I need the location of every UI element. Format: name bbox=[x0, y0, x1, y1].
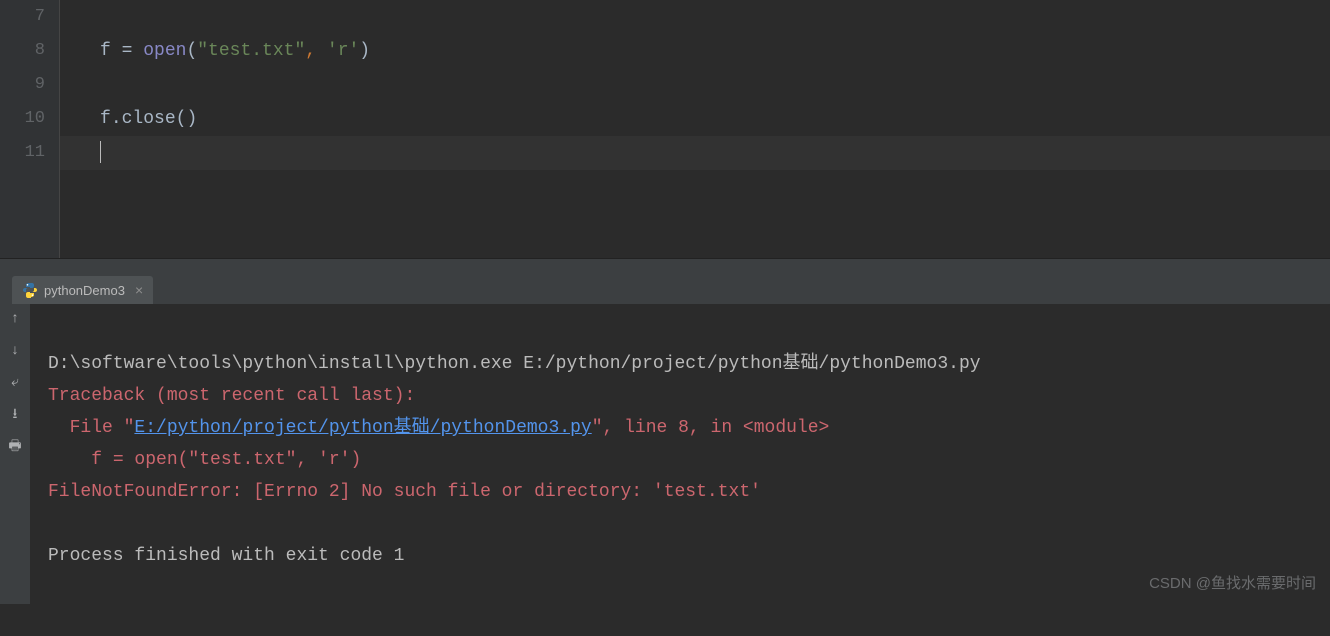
scroll-icon[interactable]: ⭳ bbox=[6, 406, 24, 424]
code-line-current bbox=[60, 136, 1330, 170]
traceback-line: File "E:/python/project/python基础/pythonD… bbox=[48, 418, 829, 438]
console-command: D:\software\tools\python\install\python.… bbox=[48, 354, 981, 374]
exit-line: Process finished with exit code 1 bbox=[48, 546, 404, 566]
string-literal: "test.txt" bbox=[197, 41, 305, 61]
code-editor[interactable]: f = open("test.txt", 'r') f.close() bbox=[59, 0, 1330, 258]
watermark: CSDN @鱼找水需要时间 bbox=[1149, 568, 1316, 600]
identifier: f bbox=[100, 41, 111, 61]
editor-area: 7 8 9 10 11 f = open("test.txt", 'r') f.… bbox=[0, 0, 1330, 258]
code-line bbox=[100, 68, 1330, 102]
caret bbox=[100, 141, 101, 163]
panel-divider[interactable] bbox=[0, 258, 1330, 274]
line-number: 8 bbox=[0, 34, 45, 68]
file-link[interactable]: E:/python/project/python基础/pythonDemo3.p… bbox=[134, 418, 591, 438]
console-toolbar: ↑ ↓ ⤶ ⭳ 🖶 bbox=[0, 304, 30, 604]
paren: () bbox=[176, 109, 198, 129]
line-number-gutter: 7 8 9 10 11 bbox=[0, 0, 60, 258]
traceback-line: Traceback (most recent call last): bbox=[48, 386, 415, 406]
identifier: f bbox=[100, 109, 111, 129]
wrap-icon[interactable]: ⤶ bbox=[6, 374, 24, 392]
paren: ) bbox=[359, 41, 370, 61]
builtin-func: open bbox=[143, 41, 186, 61]
close-icon[interactable]: × bbox=[135, 282, 143, 298]
dot: . bbox=[111, 109, 122, 129]
run-tab[interactable]: pythonDemo3 × bbox=[12, 276, 153, 304]
code-line: f = open("test.txt", 'r') bbox=[100, 34, 1330, 68]
up-arrow-icon[interactable]: ↑ bbox=[6, 310, 24, 328]
code-line: f.close() bbox=[100, 102, 1330, 136]
down-arrow-icon[interactable]: ↓ bbox=[6, 342, 24, 360]
code-line bbox=[100, 0, 1330, 34]
string-literal: 'r' bbox=[327, 41, 359, 61]
traceback-line: f = open("test.txt", 'r') bbox=[48, 450, 361, 470]
paren: ( bbox=[186, 41, 197, 61]
comma: , bbox=[305, 41, 327, 61]
traceback-line: FileNotFoundError: [Errno 2] No such fil… bbox=[48, 482, 761, 502]
traceback-text: File " bbox=[48, 418, 134, 438]
line-number: 7 bbox=[0, 0, 45, 34]
operator: = bbox=[111, 41, 143, 61]
method-call: close bbox=[122, 109, 176, 129]
run-tab-bar: pythonDemo3 × bbox=[0, 274, 1330, 304]
traceback-text: ", line 8, in <module> bbox=[592, 418, 830, 438]
line-number: 9 bbox=[0, 68, 45, 102]
line-number: 11 bbox=[0, 136, 45, 170]
python-icon bbox=[22, 282, 38, 298]
line-number: 10 bbox=[0, 102, 45, 136]
print-icon[interactable]: 🖶 bbox=[6, 438, 24, 456]
run-tab-label: pythonDemo3 bbox=[44, 283, 125, 298]
console-panel: ↑ ↓ ⤶ ⭳ 🖶 D:\software\tools\python\insta… bbox=[0, 304, 1330, 604]
console-output[interactable]: D:\software\tools\python\install\python.… bbox=[30, 304, 1330, 604]
